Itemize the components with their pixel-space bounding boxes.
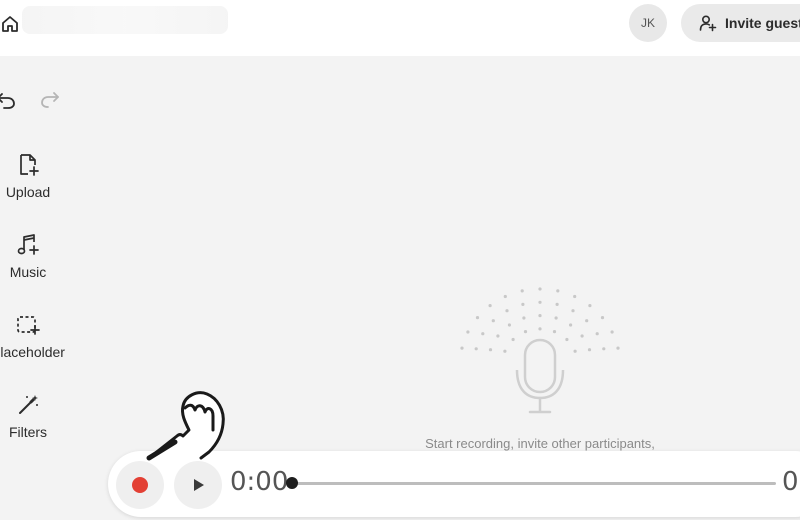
record-button[interactable] [116, 461, 164, 509]
mic-wave-dot [523, 330, 528, 334]
undo-icon [0, 93, 15, 109]
invite-guests-label: Invite guests [725, 15, 800, 31]
current-time: 0:00 [230, 467, 289, 497]
avatar-initials: JK [640, 16, 655, 30]
placeholder-label: Placeholder [0, 344, 65, 360]
playhead-scrubber[interactable] [286, 477, 298, 489]
mic-wave-dot [511, 337, 515, 342]
mic-wave-dot [600, 316, 605, 320]
mic-wave-dot [610, 330, 614, 334]
microphone-icon [460, 287, 620, 414]
mic-wave-dot [588, 304, 592, 308]
mic-wave-dot [503, 294, 507, 299]
add-user-icon [699, 15, 717, 32]
mic-wave-dot [556, 289, 560, 293]
filters-label: Filters [8, 424, 48, 440]
mic-wave-dot [538, 300, 542, 304]
mic-wave-dot [616, 346, 620, 350]
home-icon [2, 16, 18, 32]
project-title-field[interactable] [22, 6, 228, 34]
upload-label: Upload [5, 184, 51, 200]
magic-wand-icon [19, 395, 38, 414]
mic-wave-dot [503, 349, 507, 353]
mic-wave-dot [554, 316, 558, 320]
mic-wave-dot [466, 330, 470, 334]
mic-wave-dot [552, 330, 557, 334]
mic-wave-dot [595, 332, 599, 336]
upload-tool[interactable]: Upload [0, 152, 66, 216]
mic-wave-dot [475, 316, 480, 320]
mic-wave-dot [538, 314, 542, 318]
play-button[interactable] [174, 461, 222, 509]
music-label: Music [9, 264, 47, 280]
mic-wave-dot [569, 323, 573, 327]
mic-wave-dot [565, 337, 569, 342]
placeholder-tool[interactable]: Placeholder [0, 312, 66, 376]
mic-wave-dot [573, 294, 577, 299]
mic-wave-dot [481, 332, 485, 336]
invite-guests-button[interactable]: Invite guests [681, 4, 800, 42]
mic-wave-dot [521, 302, 525, 306]
timeline-track[interactable] [292, 482, 776, 485]
file-plus-icon [20, 154, 39, 176]
mic-wave-dot [602, 347, 606, 351]
redo-button[interactable] [38, 88, 62, 112]
home-button[interactable] [0, 10, 24, 38]
mic-wave-dot [488, 304, 492, 308]
top-bar: JK Invite guests [0, 0, 800, 56]
music-tool[interactable]: Music [0, 232, 66, 296]
music-plus-icon [17, 234, 39, 255]
end-time: 0 [782, 467, 799, 497]
empty-state-text: Start recording, invite other participan… [425, 436, 655, 451]
mic-wave-dot [520, 289, 524, 293]
recording-studio: JK Invite guests Uplo [0, 0, 800, 520]
undo-button[interactable] [0, 88, 18, 112]
mic-wave-dot [460, 346, 464, 350]
mic-wave-dot [491, 319, 495, 323]
mic-wave-dot [587, 348, 592, 352]
redo-icon [41, 92, 59, 108]
mic-wave-dot [488, 348, 493, 352]
filters-tool[interactable]: Filters [0, 392, 66, 456]
mic-wave-dot [580, 334, 584, 338]
record-icon [132, 477, 148, 493]
play-icon [194, 479, 204, 491]
mic-wave-dot [496, 334, 500, 338]
mic-wave-dot [585, 319, 589, 323]
mic-wave-dot [555, 302, 559, 306]
user-avatar[interactable]: JK [629, 4, 667, 42]
mic-wave-dot [538, 287, 542, 291]
hand-pointer-icon [146, 391, 225, 461]
mic-wave-dot [573, 349, 577, 353]
mic-wave-dot [474, 347, 478, 351]
mic-wave-dot [522, 316, 526, 320]
mic-wave-dot [507, 323, 511, 327]
mic-wave-dot [571, 309, 575, 313]
mic-wave-dot [538, 327, 542, 331]
mic-wave-dot [505, 309, 509, 313]
empty-state-illustration [440, 270, 640, 420]
dashed-square-plus-icon [17, 316, 40, 335]
